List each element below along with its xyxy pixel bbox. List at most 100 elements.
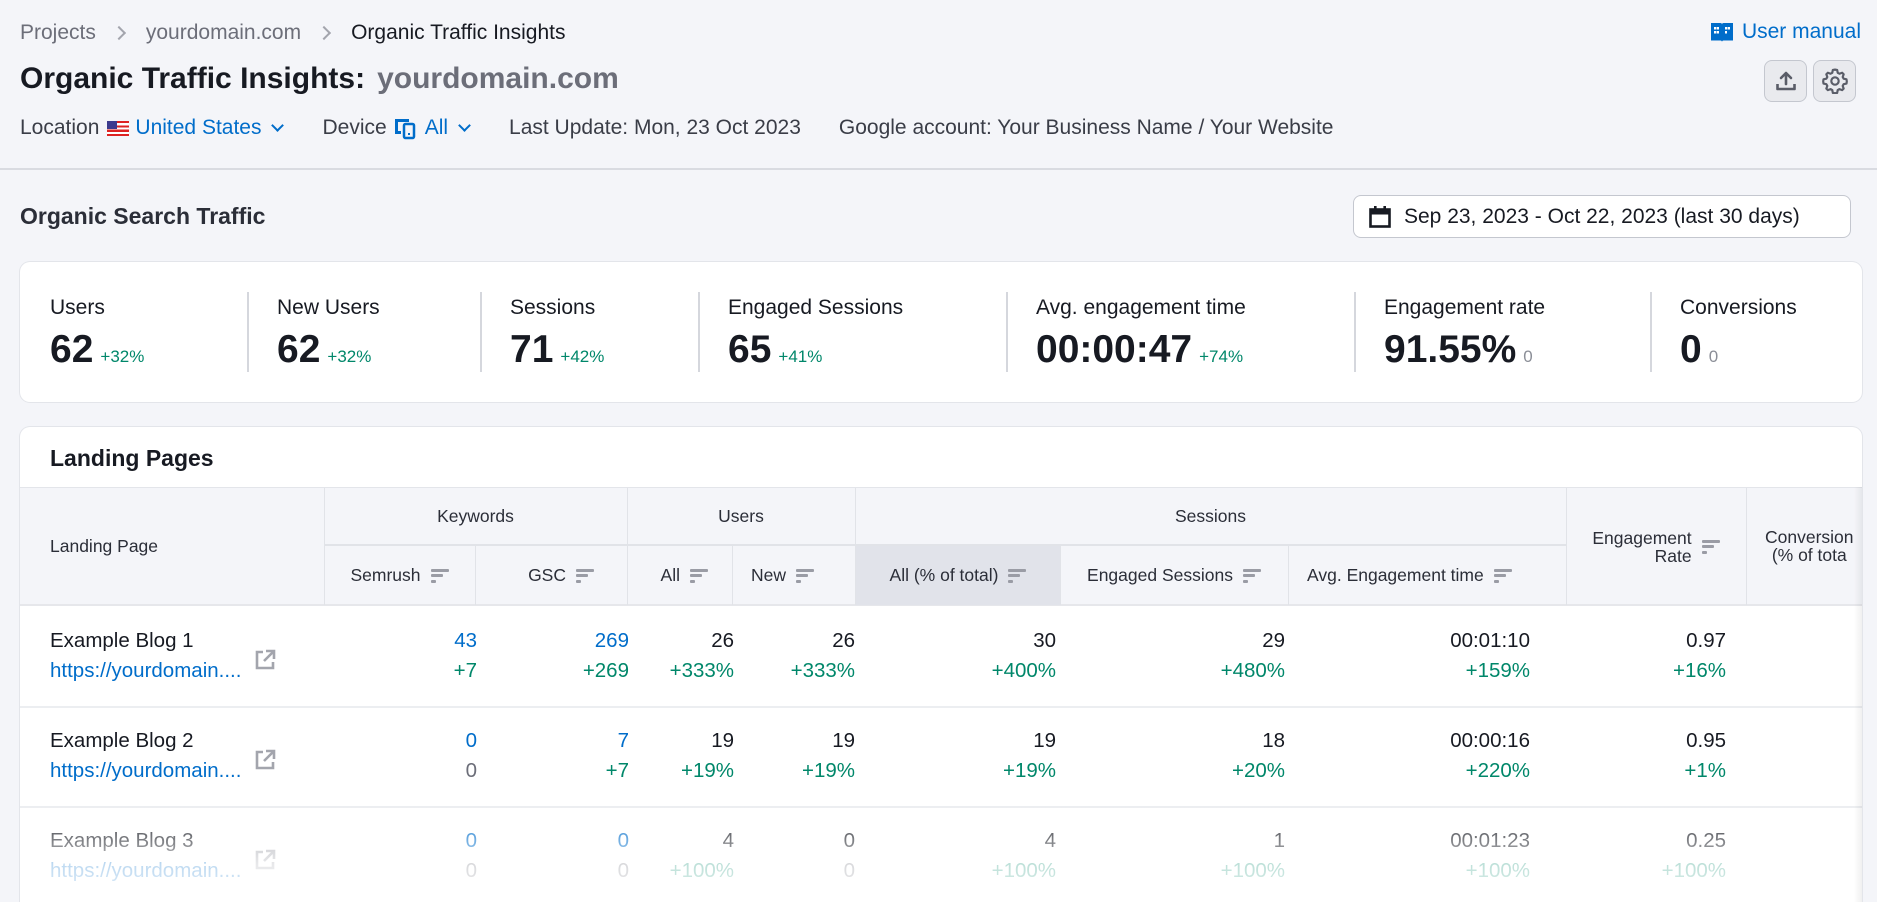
cell-delta: +100% (1661, 859, 1726, 882)
cell-engaged: 29 +480% (1221, 626, 1285, 686)
chevron-right-icon (317, 25, 332, 41)
column-label: GSC (528, 565, 566, 585)
column-label: All (660, 565, 680, 585)
column-header-gsc[interactable]: GSC (475, 546, 627, 605)
kpi-engagement-rate: Engagement rate 91.55% 0 (1354, 262, 1650, 402)
cell-delta: +400% (991, 659, 1056, 682)
cell-value: 26 (711, 629, 734, 652)
location-dropdown[interactable]: United States (135, 116, 285, 140)
cell-delta: +1% (1684, 759, 1726, 782)
kpi-delta: +41% (778, 347, 823, 366)
column-label: New (751, 565, 787, 585)
external-link-icon[interactable] (253, 848, 277, 872)
table-row: Example Blog 2 https://yourdomain.... 0 0 7 +… (20, 708, 1862, 808)
sort-icon (1008, 568, 1027, 583)
column-header-users-all[interactable]: All (627, 546, 732, 605)
column-header-users-new[interactable]: New (732, 546, 855, 605)
cell-sessions-all: 30 +400% (992, 626, 1056, 686)
sort-icon (430, 568, 449, 583)
breadcrumb-projects[interactable]: Projects (20, 21, 96, 45)
column-label: Engagement Rate (1592, 527, 1692, 566)
breadcrumb: Projects yourdomain.com Organic Traffic … (20, 21, 565, 45)
calendar-icon (1369, 205, 1391, 228)
export-button[interactable] (1764, 60, 1807, 102)
cell-value: 0 (465, 829, 477, 852)
filters-bar: Location United States Device All Last U… (20, 116, 1333, 140)
kpi-summary-card: Users 62 +32% New Users 62 +32% Sessions 7… (20, 262, 1862, 402)
kpi-sessions: Sessions 71 +42% (480, 262, 698, 402)
sort-icon (1493, 568, 1512, 583)
landing-pages-title: Landing Pages (50, 445, 214, 471)
device-value: All (424, 116, 449, 139)
cell-semrush[interactable]: 00 (466, 726, 477, 786)
column-header-landing-page: Landing Page (50, 536, 159, 556)
cell-delta: +480% (1220, 659, 1285, 682)
cell-delta: +20% (1231, 759, 1285, 782)
cell-gsc[interactable]: 269 +269 (583, 626, 629, 686)
cell-delta: 0 (465, 859, 477, 882)
external-link-icon[interactable] (253, 748, 277, 772)
breadcrumb-current: Organic Traffic Insights (351, 21, 566, 44)
sort-icon (1242, 568, 1261, 583)
column-label: All (% of total) (889, 565, 999, 585)
cell-avg-time: 00:01:10 +159% (1450, 626, 1530, 686)
page-title-domain: yourdomain.com (377, 62, 619, 95)
breadcrumb-domain[interactable]: yourdomain.com (146, 21, 301, 45)
cell-users-all: 19 +19% (681, 726, 734, 786)
cell-sessions-all: 4 +100% (992, 826, 1056, 886)
devices-icon (394, 119, 415, 140)
cell-semrush[interactable]: 43 +7 (454, 626, 477, 686)
column-header-avg-engagement-time[interactable]: Avg. Engagement time (1288, 546, 1566, 605)
landing-page-cell: Example Blog 1 https://yourdomain.... (50, 626, 241, 686)
user-manual-link[interactable]: User manual (1710, 20, 1861, 44)
page-title: Organic Traffic Insights: yourdomain.com (20, 62, 619, 96)
kpi-delta: 0 (1523, 347, 1533, 366)
cell-gsc[interactable]: 00 (618, 826, 629, 886)
device-dropdown[interactable]: All (393, 116, 471, 140)
cell-avg-time: 00:01:23 +100% (1450, 826, 1530, 886)
google-account: Google account: Your Business Name / You… (838, 116, 1334, 139)
cell-value: 4 (1044, 829, 1056, 852)
column-label: Conversion (% of tota (1765, 526, 1854, 565)
column-header-engaged-sessions[interactable]: Engaged Sessions (1060, 546, 1288, 605)
cell-value: 30 (1033, 629, 1056, 652)
landing-page-url[interactable]: https://yourdomain.... (50, 656, 241, 686)
column-label: Engaged Sessions (1087, 565, 1233, 585)
sort-icon (690, 568, 708, 583)
sort-icon (796, 568, 815, 583)
cell-value: 00:01:10 (1450, 629, 1530, 652)
cell-semrush[interactable]: 00 (466, 826, 477, 886)
settings-button[interactable] (1813, 60, 1856, 102)
column-header-sessions-all[interactable]: All (% of total) (856, 546, 1060, 605)
cell-gsc[interactable]: 7 +7 (606, 726, 629, 786)
cell-value: 269 (594, 629, 629, 652)
cell-delta: +7 (605, 759, 629, 782)
column-header-conversions[interactable]: Conversion (% of tota (1765, 488, 1862, 605)
book-icon (1710, 23, 1733, 42)
column-label: Semrush (350, 565, 421, 585)
kpi-avg-engagement-time: Avg. engagement time 00:00:47 +74% (1006, 262, 1354, 402)
cell-delta: +220% (1465, 759, 1530, 782)
landing-page-url[interactable]: https://yourdomain.... (50, 856, 241, 886)
kpi-label: Avg. engagement time (1036, 296, 1246, 319)
cell-delta: +100% (669, 859, 734, 882)
location-label: Location (20, 116, 100, 139)
cell-rate: 0.25 +100% (1662, 826, 1726, 886)
kpi-engaged-sessions: Engaged Sessions 65 +41% (698, 262, 1006, 402)
cell-delta: 0 (617, 859, 629, 882)
column-header-engagement-rate[interactable]: Engagement Rate (1566, 488, 1746, 605)
cell-users-new: 19 +19% (802, 726, 855, 786)
cell-users-new: 26 +333% (791, 626, 855, 686)
kpi-label: Users (50, 296, 105, 319)
cell-delta: +16% (1672, 659, 1726, 682)
date-range-picker[interactable]: Sep 23, 2023 - Oct 22, 2023 (last 30 day… (1353, 195, 1851, 238)
horizontal-scroll-shadow (1854, 487, 1862, 902)
cell-value: 00:01:23 (1450, 829, 1530, 852)
landing-page-url[interactable]: https://yourdomain.... (50, 756, 241, 786)
kpi-label: New Users (277, 296, 380, 319)
cell-value: 18 (1262, 729, 1285, 752)
column-header-semrush[interactable]: Semrush (324, 546, 475, 605)
kpi-new-users: New Users 62 +32% (247, 262, 480, 402)
landing-pages-card: Landing Pages Landing Page Keywords User… (20, 427, 1862, 902)
external-link-icon[interactable] (253, 648, 277, 672)
